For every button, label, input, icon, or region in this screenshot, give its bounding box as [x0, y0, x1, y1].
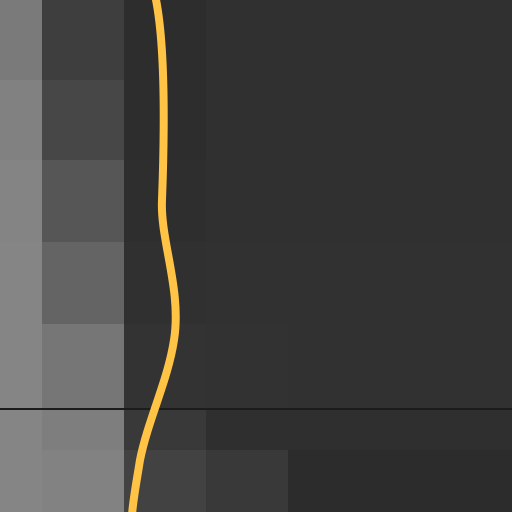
yellow-curve[interactable]	[128, 0, 180, 512]
canvas-viewport[interactable]	[0, 0, 512, 512]
curve-overlay	[128, 0, 180, 512]
